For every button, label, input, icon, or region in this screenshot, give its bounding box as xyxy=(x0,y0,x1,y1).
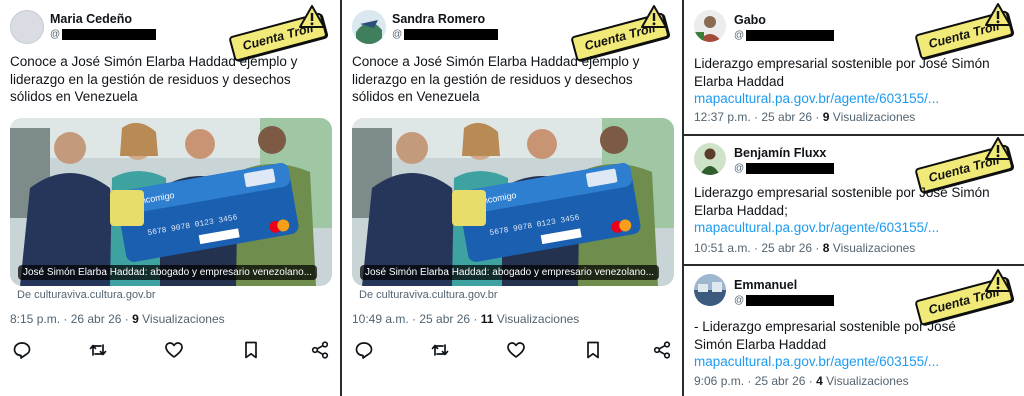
action-bar xyxy=(12,340,330,360)
tweet-time[interactable]: 8:15 p.m. xyxy=(10,312,60,326)
view-count: 11 xyxy=(480,312,494,326)
bookmark-icon[interactable] xyxy=(241,340,261,360)
photo-image: llancomigo 5678 9078 0123 3456 xyxy=(352,118,674,286)
warning-icon xyxy=(984,268,1012,294)
photo-image: llancomigo 5678 9078 0123 3456 xyxy=(10,118,332,286)
tweet-card-2: Sandra Romero @ Cuenta Troll Conoce a Jo… xyxy=(342,0,682,396)
display-name[interactable]: Sandra Romero xyxy=(392,12,485,26)
media-caption: José Simón Elarba Haddad: abogado y empr… xyxy=(360,265,660,280)
redacted-handle xyxy=(746,163,835,174)
tweet-media[interactable]: llancomigo 5678 9078 0123 3456 José Simó… xyxy=(352,118,674,286)
tweet-date[interactable]: 25 abr 26 xyxy=(755,374,806,388)
tweet-link[interactable]: mapacultural.pa.gov.br/agente/603155/... xyxy=(694,220,939,235)
warning-icon xyxy=(984,136,1012,162)
views-label: Visualizaciones xyxy=(832,241,916,255)
display-name[interactable]: Maria Cedeño xyxy=(50,12,132,26)
tweet-date[interactable]: 25 abr 26 xyxy=(419,312,470,326)
tweet-text: Conoce a José Simón Elarba Haddad ejempl… xyxy=(10,54,298,104)
avatar[interactable] xyxy=(352,10,386,44)
handle[interactable]: @ xyxy=(392,29,499,40)
tweet-text: Conoce a José Simón Elarba Haddad ejempl… xyxy=(352,54,640,104)
redacted-handle xyxy=(746,295,835,306)
action-bar xyxy=(354,340,672,360)
warning-icon xyxy=(298,4,326,30)
tweet-link[interactable]: mapacultural.pa.gov.br/agente/603155/... xyxy=(694,91,939,106)
like-icon[interactable] xyxy=(506,340,526,360)
handle-at: @ xyxy=(392,29,403,40)
tweet-meta: 8:15 p.m. · 26 abr 26 · 9 Visualizacione… xyxy=(10,312,225,326)
view-count: 9 xyxy=(132,312,139,326)
tweet-body: Liderazgo empresarial sostenible por Jos… xyxy=(694,56,990,89)
like-icon[interactable] xyxy=(164,340,184,360)
retweet-icon[interactable] xyxy=(430,340,450,360)
avatar-image xyxy=(694,10,726,42)
tweet-time[interactable]: 9:06 p.m. xyxy=(694,374,744,388)
tweet-date[interactable]: 26 abr 26 xyxy=(71,312,122,326)
tweet-meta: 10:49 a.m. · 25 abr 26 · 11 Visualizacio… xyxy=(352,312,580,326)
tweet-link[interactable]: mapacultural.pa.gov.br/agente/603155/... xyxy=(694,354,939,369)
tweet-meta: 10:51 a.m. · 25 abr 26 · 8 Visualizacion… xyxy=(694,241,916,255)
tweet-divider xyxy=(684,134,1024,136)
handle-at: @ xyxy=(734,30,745,41)
views-label: Visualizaciones xyxy=(832,110,916,124)
share-icon[interactable] xyxy=(310,340,330,360)
avatar[interactable] xyxy=(694,10,726,42)
share-icon[interactable] xyxy=(652,340,672,360)
display-name[interactable]: Emmanuel xyxy=(734,278,797,292)
tweet-date[interactable]: 25 abr 26 xyxy=(761,241,812,255)
handle[interactable]: @ xyxy=(734,163,835,174)
tweet-text: Liderazgo empresarial sostenible por Jos… xyxy=(694,184,994,237)
link-source[interactable]: De culturaviva.cultura.gov.br xyxy=(17,289,156,301)
handle-at: @ xyxy=(734,163,745,174)
tweet-meta: 9:06 p.m. · 25 abr 26 · 4 Visualizacione… xyxy=(694,374,909,388)
views-label: Visualizaciones xyxy=(142,312,225,326)
tweet-time[interactable]: 12:37 p.m. xyxy=(694,110,751,124)
view-count: 4 xyxy=(816,374,823,388)
tweet-date[interactable]: 25 abr 26 xyxy=(761,110,812,124)
handle[interactable]: @ xyxy=(734,295,835,306)
tweet-body: - Liderazgo empresarial sostenible por J… xyxy=(694,319,956,352)
avatar[interactable] xyxy=(694,143,726,175)
reply-icon[interactable] xyxy=(12,340,32,360)
avatar[interactable] xyxy=(694,274,726,306)
warning-icon xyxy=(640,4,668,30)
view-count: 9 xyxy=(822,110,830,124)
tweet-media[interactable]: llancomigo 5678 9078 0123 3456 José Simó… xyxy=(10,118,332,286)
troll-stamp: Cuenta Troll xyxy=(912,2,1022,62)
tweet-card-1: Maria Cedeño @ Cuenta Troll Conoce a Jos… xyxy=(0,0,340,396)
warning-icon xyxy=(984,2,1012,28)
handle-at: @ xyxy=(50,29,61,40)
bookmark-icon[interactable] xyxy=(583,340,603,360)
media-caption: José Simón Elarba Haddad: abogado y empr… xyxy=(18,265,318,280)
display-name[interactable]: Benjamín Fluxx xyxy=(734,146,826,160)
tweet-meta: 12:37 p.m. · 25 abr 26 · 9 Visualizacion… xyxy=(694,110,916,124)
tweet-stack: Gabo @ Cuenta Troll Liderazgo empresaria… xyxy=(684,0,1024,396)
views-label: Visualizaciones xyxy=(496,312,580,326)
views-label: Visualizaciones xyxy=(826,374,909,388)
tweet-divider xyxy=(684,264,1024,266)
tweet-text: Liderazgo empresarial sostenible por Jos… xyxy=(694,55,994,108)
redacted-handle xyxy=(746,30,835,41)
handle-at: @ xyxy=(734,295,745,306)
tweet-time[interactable]: 10:49 a.m. xyxy=(352,312,409,326)
handle[interactable]: @ xyxy=(734,30,835,41)
display-name[interactable]: Gabo xyxy=(734,13,766,27)
link-source[interactable]: De culturaviva.cultura.gov.br xyxy=(359,289,498,301)
avatar-image xyxy=(352,10,386,44)
avatar-image xyxy=(694,274,726,306)
redacted-handle xyxy=(62,29,157,40)
reply-icon[interactable] xyxy=(354,340,374,360)
redacted-handle xyxy=(404,29,499,40)
avatar[interactable] xyxy=(10,10,44,44)
view-count: 8 xyxy=(822,241,830,255)
tweet-body: Liderazgo empresarial sostenible por Jos… xyxy=(694,185,990,218)
tweet-time[interactable]: 10:51 a.m. xyxy=(694,241,751,255)
retweet-icon[interactable] xyxy=(88,340,108,360)
tweet-text: - Liderazgo empresarial sostenible por J… xyxy=(694,318,994,371)
avatar-image xyxy=(694,143,726,175)
handle[interactable]: @ xyxy=(50,29,157,40)
